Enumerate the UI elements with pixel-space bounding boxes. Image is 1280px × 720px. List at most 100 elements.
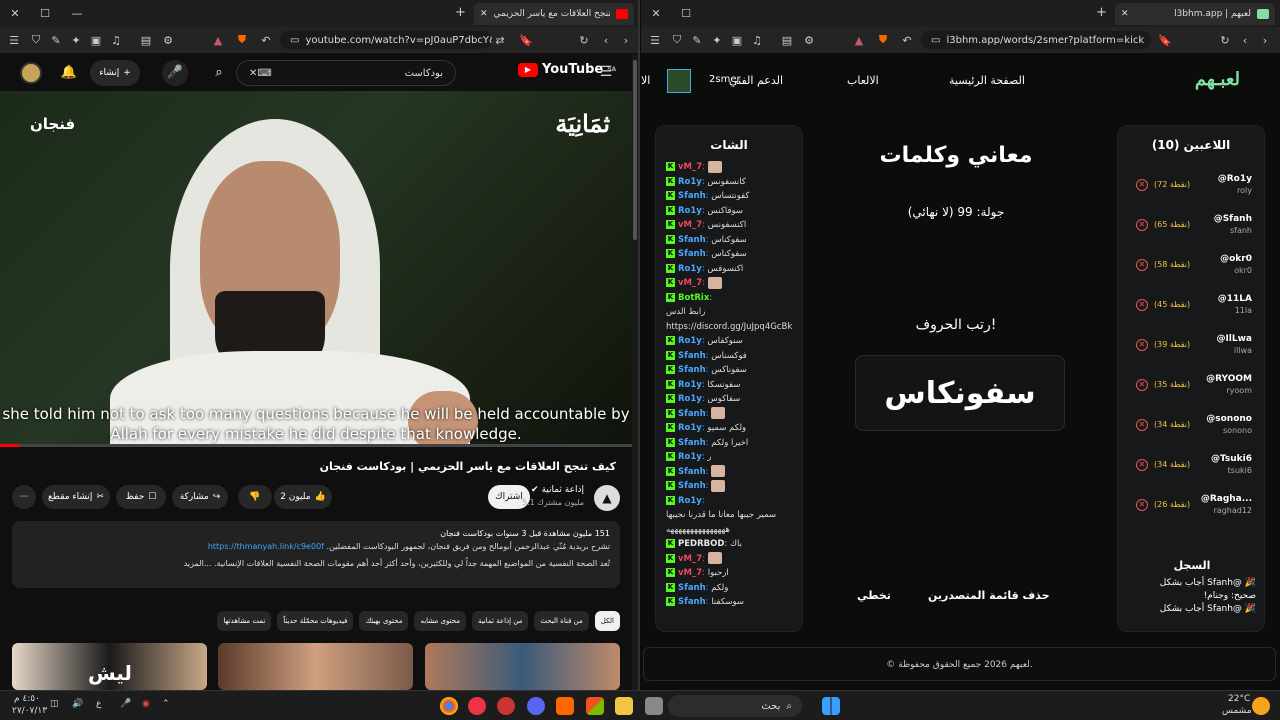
explorer-app-icon[interactable] [615, 697, 633, 715]
chat-username[interactable]: vM_7 [678, 162, 702, 172]
player-row[interactable]: @Sfanh sfanh (65 نقطة) ✕ [1128, 214, 1258, 244]
channel-name[interactable]: ✔ إذاعة ثمانية [531, 485, 584, 495]
chrome-app-icon[interactable] [440, 697, 458, 715]
account-avatar[interactable] [20, 62, 42, 84]
filter-chip[interactable]: محتوى بهيئك [359, 611, 409, 631]
scrollbar-thumb[interactable] [633, 60, 637, 240]
forward-icon[interactable]: › [616, 34, 636, 47]
music-icon[interactable]: ♫ [106, 34, 126, 47]
remove-player-icon[interactable]: ✕ [1136, 459, 1148, 471]
guide-menu-icon[interactable]: ☰ [596, 64, 616, 80]
remove-player-icon[interactable]: ✕ [1136, 179, 1148, 191]
nav-home[interactable]: الصفحة الرئيسية [949, 74, 1025, 87]
remove-player-icon[interactable]: ✕ [1136, 339, 1148, 351]
chat-username[interactable]: Sfanh [678, 351, 706, 361]
chat-username[interactable]: vM_7 [678, 554, 702, 564]
remove-player-icon[interactable]: ✕ [1136, 219, 1148, 231]
clear-search-icon[interactable]: ✕ [249, 68, 257, 79]
reload-icon[interactable]: ↻ [1215, 34, 1235, 47]
url-field[interactable]: ▭ youtube.com/watch?v=pJ0auP7dbcY&t=4... [280, 31, 492, 49]
filter-chip[interactable]: من قناة البحث [534, 611, 589, 631]
chat-username[interactable]: Sfanh [678, 583, 706, 593]
thumbnail-3[interactable]: ليش [12, 643, 207, 690]
shield-icon[interactable]: ⛉ [667, 33, 687, 47]
notification-icon[interactable]: ◫ [50, 699, 59, 709]
chat-username[interactable]: Ro1y [678, 496, 702, 506]
close-window-icon[interactable]: ✕ [641, 7, 671, 20]
chat-username[interactable]: Ro1y [678, 380, 702, 390]
clear-leaderboard-button[interactable]: حذف قائمة المتصدرين [928, 589, 1050, 602]
filter-chip[interactable]: تمت مشاهدتها [217, 611, 272, 631]
task-view-icon[interactable] [645, 697, 663, 715]
minimize-icon[interactable]: — [62, 7, 92, 20]
chat-username[interactable]: vM_7 [678, 278, 702, 288]
page-scrollbar[interactable] [632, 55, 638, 690]
skip-button[interactable]: تخطي [857, 589, 891, 602]
filter-chip[interactable]: فيديوهات محمّلة حديثاً [277, 611, 354, 631]
remove-player-icon[interactable]: ✕ [1136, 379, 1148, 391]
reload-icon[interactable]: ↻ [574, 34, 594, 47]
nav-support[interactable]: الدعم الفني [729, 74, 783, 87]
player-row[interactable]: @Tsuki6 tsuki6 (34 نقطة) ✕ [1128, 454, 1258, 484]
new-tab-icon[interactable]: + [455, 5, 466, 20]
tab-l3bhm[interactable]: ✕ l3bhm.app | لعبهم [1115, 3, 1275, 25]
filter-chip[interactable]: محتوى مشابه [414, 611, 466, 631]
sidebar-icon[interactable]: ▣ [727, 34, 747, 47]
mic-icon[interactable]: 🎤 [120, 699, 131, 709]
description-link[interactable]: https://thmanyah.link/c9e00f [208, 542, 324, 551]
settings-icon[interactable]: ⚙ [799, 34, 819, 47]
tray-expand-icon[interactable]: ⌃ [162, 699, 170, 709]
discord-app-icon[interactable] [527, 697, 545, 715]
search-icon[interactable]: ⌕ [206, 60, 232, 86]
weather-desc[interactable]: مشمس [1222, 706, 1252, 716]
chat-username[interactable]: Sfanh [678, 235, 706, 245]
app-icon-2[interactable] [468, 697, 486, 715]
sidebar-icon[interactable]: ▣ [86, 34, 106, 47]
back-icon[interactable]: ‹ [1235, 34, 1255, 47]
description-box[interactable]: 151 مليون مشاهدة قبل 3 سنوات بودكاست فنج… [12, 521, 620, 588]
video-progress-bar[interactable] [0, 444, 632, 447]
chat-username[interactable]: Ro1y [678, 206, 702, 216]
tab-youtube[interactable]: ✕ كيف تنجح العلاقات مع ياسر الحزيمي ... [474, 3, 634, 25]
dislike-button[interactable]: 👎 [238, 485, 272, 509]
menu-icon[interactable]: ☰ [4, 34, 24, 47]
close-tab-icon[interactable]: ✕ [480, 9, 488, 19]
chat-username[interactable]: Ro1y [678, 452, 702, 462]
weather-temp[interactable]: 22°C [1228, 694, 1250, 704]
app-icon-3[interactable] [497, 697, 515, 715]
puzzle-icon[interactable]: ✦ [66, 34, 86, 47]
clock-date[interactable]: ٢٧/٠٧/١٣ [12, 706, 47, 716]
player-row[interactable]: @sonono sonono (34 نقطة) ✕ [1128, 414, 1258, 444]
search-input[interactable]: ✕ ⌨ بودكاست [236, 60, 456, 86]
site-logo[interactable]: لعبـهم [1195, 69, 1240, 90]
clip-button[interactable]: إنشاء مقطع ✂ [42, 485, 110, 509]
chat-username[interactable]: Sfanh [678, 191, 706, 201]
vpn-icon[interactable]: ▲ [208, 34, 228, 47]
share-page-icon[interactable]: ⇄ [490, 34, 510, 47]
player-row[interactable]: @Ro1y roly (72 نقطة) ✕ [1128, 174, 1258, 204]
chat-username[interactable]: Sfanh [678, 481, 706, 491]
chat-username[interactable]: Ro1y [678, 336, 702, 346]
shield-icon[interactable]: ⛉ [26, 33, 46, 47]
brave-app-icon[interactable] [556, 697, 574, 715]
taskbar-search[interactable]: بحث ⌕ [668, 695, 802, 717]
bookmark-icon[interactable]: 🔖 [516, 34, 536, 47]
extension-icon[interactable]: ✎ [687, 34, 707, 47]
music-icon[interactable]: ♫ [747, 34, 767, 47]
puzzle-icon[interactable]: ✦ [707, 34, 727, 47]
like-button[interactable]: 2 مليون 👍 [274, 485, 332, 509]
chat-username[interactable]: Ro1y [678, 264, 702, 274]
chat-username[interactable]: PEDRBOD [678, 539, 724, 549]
language-indicator[interactable]: ع [96, 699, 101, 709]
chat-username[interactable]: vM_7 [678, 220, 702, 230]
url-field[interactable]: ▭ l3bhm.app/words/2smer?platform=kick [921, 31, 1151, 49]
extension-icon[interactable]: ✎ [46, 34, 66, 47]
chat-username[interactable]: Ro1y [678, 423, 702, 433]
chat-username[interactable]: Sfanh [678, 438, 706, 448]
filter-chip[interactable]: من إذاعة ثمانية [471, 611, 529, 631]
close-window-icon[interactable]: ✕ [0, 7, 30, 20]
screenshot-icon[interactable]: ▤ [136, 34, 156, 47]
chat-username[interactable]: Ro1y [678, 177, 702, 187]
nav-games[interactable]: الالعاب [847, 74, 879, 87]
chat-username[interactable]: Sfanh [678, 365, 706, 375]
